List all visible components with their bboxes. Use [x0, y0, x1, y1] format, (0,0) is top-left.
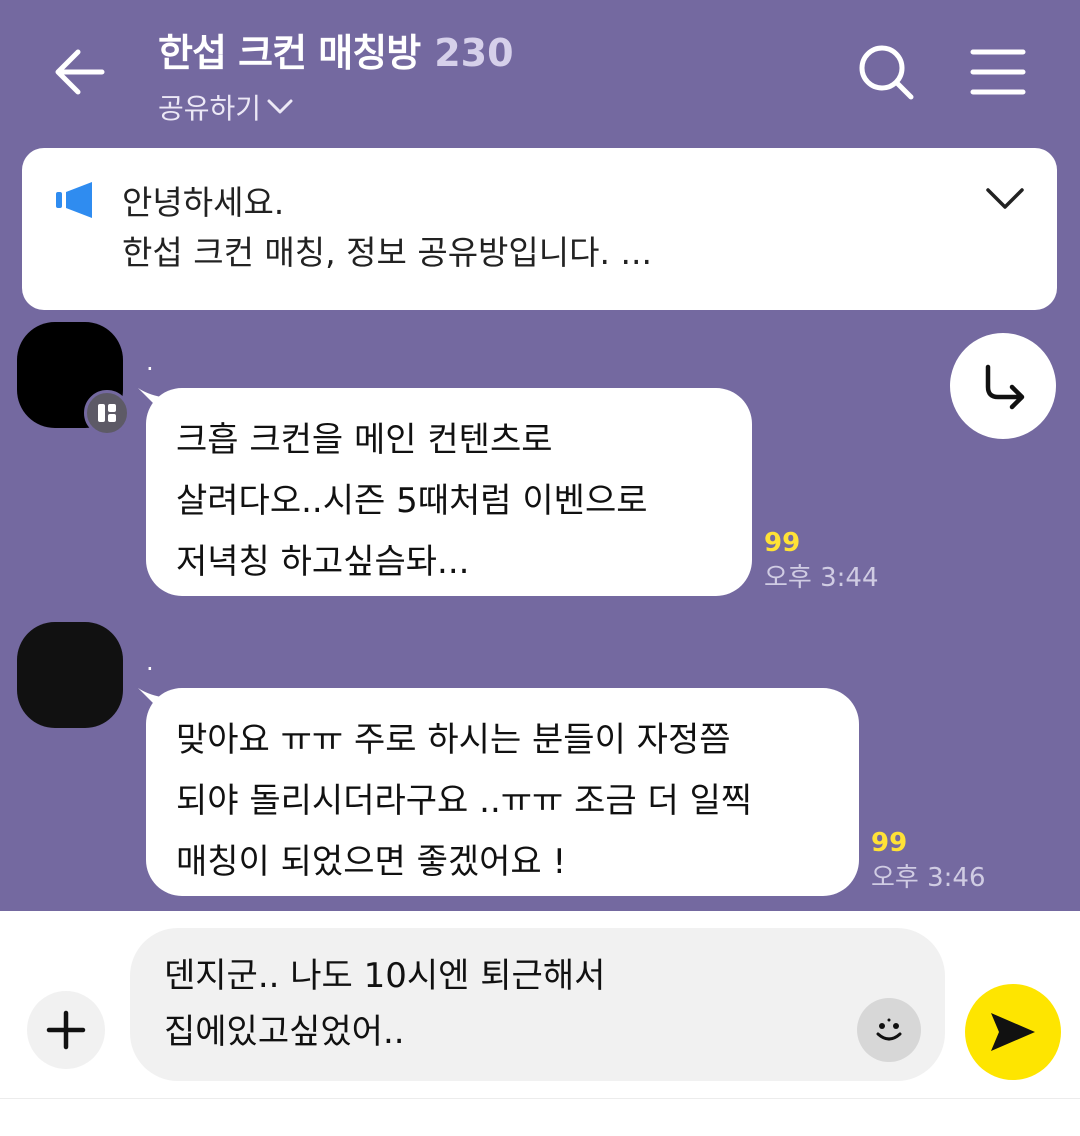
member-count: 230	[434, 31, 514, 75]
notice-line-1: 안녕하세요.	[122, 183, 285, 222]
megaphone-icon	[56, 182, 92, 218]
sender-name: .	[146, 348, 154, 376]
add-button[interactable]	[27, 991, 105, 1069]
chevron-down-icon[interactable]	[985, 184, 1025, 214]
status-badge-icon	[98, 404, 116, 422]
arrow-left-icon	[55, 49, 105, 95]
unread-count: 99	[764, 528, 801, 558]
back-button[interactable]	[44, 36, 116, 108]
chevron-down-icon	[267, 99, 293, 114]
notice-line-2: 한섭 크컨 매칭, 정보 공유방입니다. ...	[122, 233, 652, 272]
avatar-badge	[84, 390, 130, 436]
chat-header: 한섭 크컨 매칭방 230 공유하기	[0, 0, 1080, 140]
avatar[interactable]	[17, 622, 123, 728]
search-icon	[859, 45, 914, 100]
room-title: 한섭 크컨 매칭방	[158, 31, 421, 75]
share-arrow-icon	[985, 364, 1025, 410]
message-bubble[interactable]: 크흡 크컨을 메인 컨텐츠로 살려다오..시즌 5때처럼 이벤으로 저녁칭 하고…	[146, 388, 752, 596]
share-dropdown[interactable]: 공유하기	[158, 87, 514, 127]
emoji-button[interactable]	[857, 998, 921, 1062]
sender-name: .	[146, 648, 154, 676]
message-bubble[interactable]: 맞아요 ㅠㅠ 주로 하시는 분들이 자정쯤 되야 돌리시더라구요 ..ㅠㅠ 조금…	[146, 688, 859, 896]
notice-text: 안녕하세요. 한섭 크컨 매칭, 정보 공유방입니다. ...	[122, 178, 652, 278]
input-area: 덴지군.. 나도 10시엔 퇴근해서 집에있고싶었어..	[0, 911, 1080, 1136]
send-button[interactable]	[965, 984, 1061, 1080]
share-label: 공유하기	[158, 92, 262, 125]
share-button[interactable]	[950, 333, 1056, 439]
notice-banner[interactable]: 안녕하세요. 한섭 크컨 매칭, 정보 공유방입니다. ...	[22, 148, 1057, 310]
divider	[0, 1098, 1080, 1099]
hamburger-menu-icon	[970, 49, 1026, 95]
message-meta: 99 오후 3:46	[871, 828, 986, 894]
chat-screen: 한섭 크컨 매칭방 230 공유하기 안녕하세요. 한섭 크컨 매칭, 정보 공…	[0, 0, 1080, 1136]
message-input-text[interactable]: 덴지군.. 나도 10시엔 퇴근해서 집에있고싶었어..	[164, 948, 605, 1060]
title-block: 한섭 크컨 매칭방 230 공유하기	[158, 22, 514, 127]
message-input[interactable]: 덴지군.. 나도 10시엔 퇴근해서 집에있고싶었어..	[130, 928, 945, 1081]
send-icon	[991, 1013, 1035, 1051]
smiley-icon	[876, 1018, 902, 1041]
search-button[interactable]	[850, 36, 922, 108]
message-meta: 99 오후 3:44	[764, 528, 879, 594]
plus-icon	[46, 1010, 86, 1050]
menu-button[interactable]	[962, 36, 1034, 108]
message-time: 오후 3:44	[764, 563, 879, 593]
message-time: 오후 3:46	[871, 863, 986, 893]
unread-count: 99	[871, 828, 908, 858]
